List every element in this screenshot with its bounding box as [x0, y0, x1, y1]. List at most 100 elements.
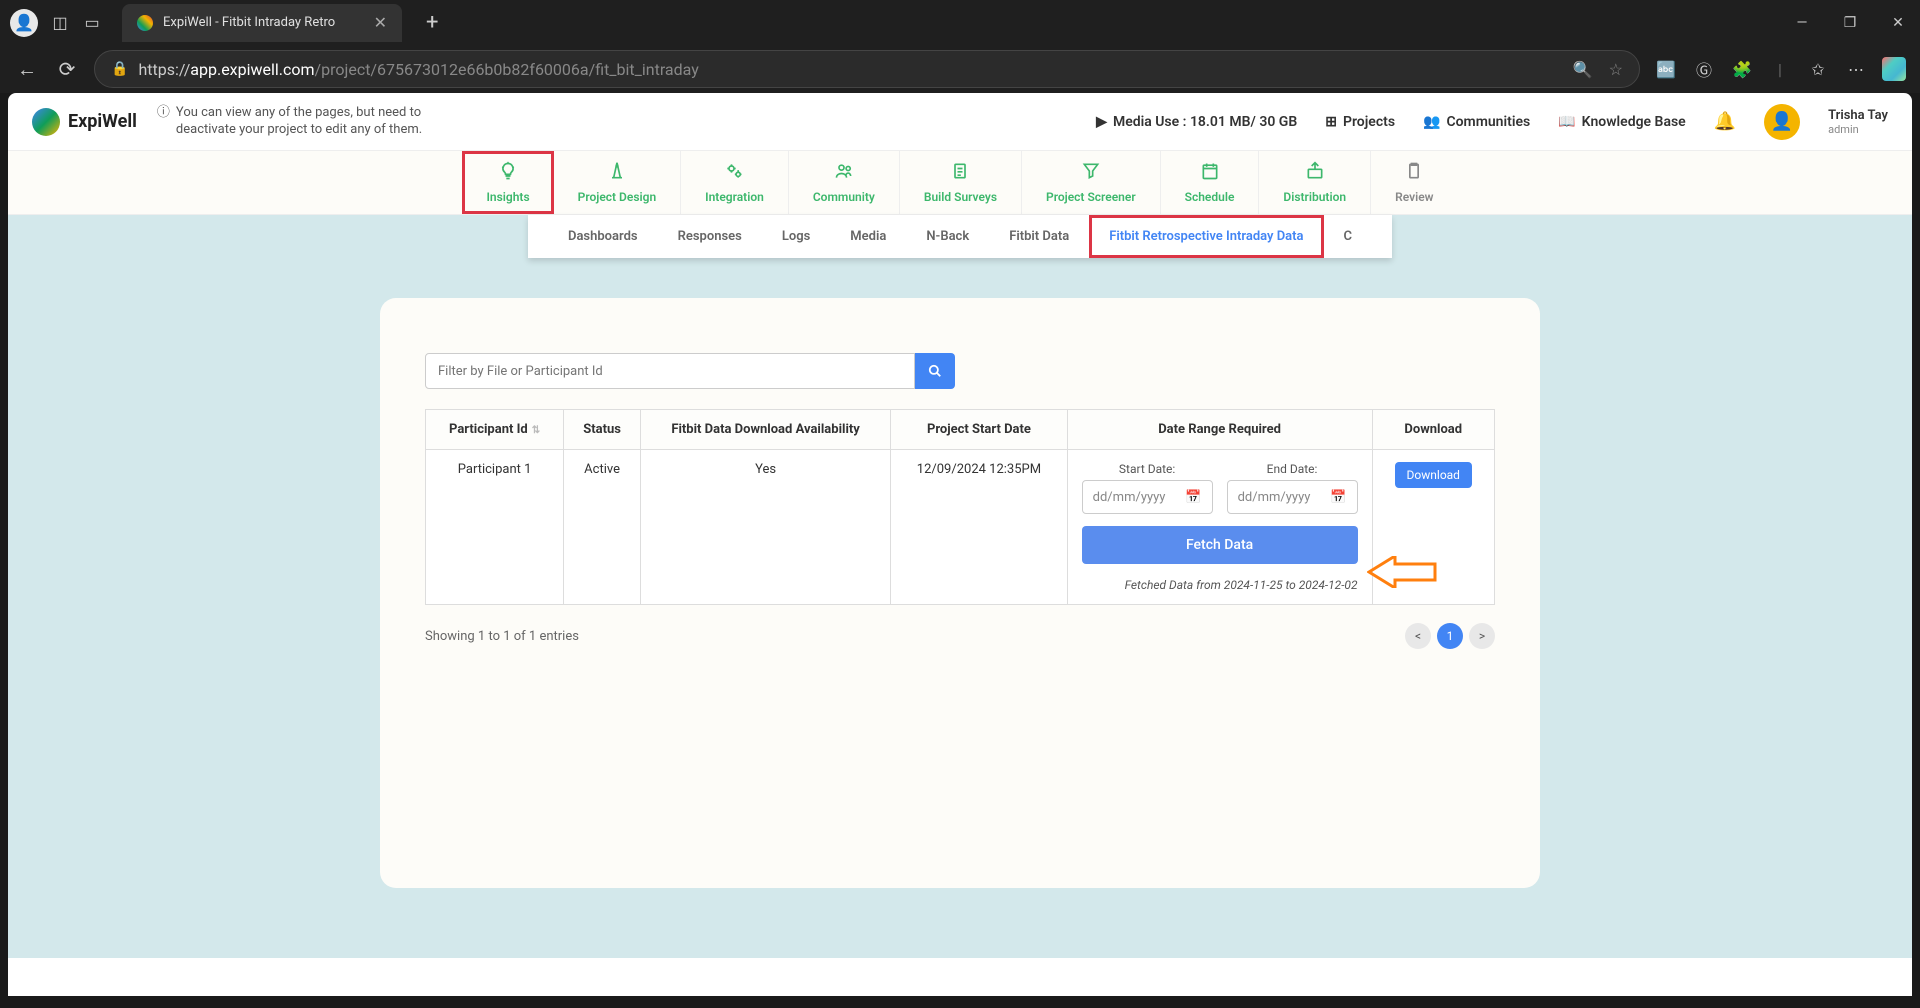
nav-tab-label: Community — [813, 190, 875, 204]
start-date-label: Start Date: — [1082, 462, 1213, 476]
user-name: Trisha Tay — [1828, 108, 1888, 123]
calendar-icon — [1200, 161, 1220, 186]
knowledge-base-link[interactable]: 📖 Knowledge Base — [1558, 114, 1685, 130]
nav-tab-community[interactable]: Community — [789, 151, 900, 214]
extensions-icon[interactable]: 🧩 — [1730, 57, 1754, 81]
prev-page-button[interactable]: < — [1405, 623, 1431, 649]
tab-title: ExpiWell - Fitbit Intraday Retro — [163, 15, 364, 30]
new-tab-button[interactable]: + — [426, 10, 438, 35]
nav-tab-project-design[interactable]: Project Design — [554, 151, 682, 214]
extensions: 🔤 Ⓖ 🧩 | ✩ ⋯ — [1654, 57, 1906, 81]
url-host: app.expiwell.com — [190, 60, 314, 79]
titlebar-left: 👤 ◫ ▭ ExpiWell - Fitbit Intraday Retro ✕… — [10, 4, 438, 42]
browser-tab[interactable]: ExpiWell - Fitbit Intraday Retro ✕ — [122, 4, 402, 42]
td-start-date: 12/09/2024 12:35PM — [891, 450, 1067, 605]
more-icon[interactable]: ⋯ — [1844, 57, 1868, 81]
projects-text: Projects — [1343, 114, 1395, 130]
projects-link[interactable]: ⊞ Projects — [1325, 114, 1395, 130]
sub-tab-fitbit-data[interactable]: Fitbit Data — [989, 215, 1089, 258]
media-use[interactable]: ▶ Media Use : 18.01 MB/ 30 GB — [1096, 114, 1297, 130]
th-status: Status — [564, 410, 641, 450]
th-date-range: Date Range Required — [1067, 410, 1372, 450]
sub-tab-dashboards[interactable]: Dashboards — [548, 215, 658, 258]
close-icon[interactable]: ✕ — [374, 13, 387, 32]
sub-tab-responses[interactable]: Responses — [658, 215, 762, 258]
window-controls: — ❐ ✕ — [1790, 15, 1910, 31]
fetched-status-text: Fetched Data from 2024-11-25 to 2024-12-… — [1082, 578, 1358, 592]
url-text: https://app.expiwell.com/project/6756730… — [138, 60, 1562, 79]
profile-icon[interactable]: 👤 — [10, 9, 38, 37]
gears-icon — [724, 161, 744, 186]
nav-tabs: Insights Project Design Integration Comm… — [8, 151, 1912, 215]
nav-tab-distribution[interactable]: Distribution — [1259, 151, 1371, 214]
nav-tab-integration[interactable]: Integration — [681, 151, 789, 214]
nav-tab-review[interactable]: Review — [1371, 151, 1457, 214]
header-right: ▶ Media Use : 18.01 MB/ 30 GB ⊞ Projects… — [1096, 104, 1888, 140]
nav-tab-insights[interactable]: Insights — [462, 151, 553, 214]
nav-tab-label: Insights — [486, 190, 529, 204]
data-table: Participant Id⇅ Status Fitbit Data Downl… — [425, 409, 1495, 605]
download-button[interactable]: Download — [1395, 462, 1472, 488]
favorites-icon[interactable]: ✩ — [1806, 57, 1830, 81]
people-group-icon — [834, 161, 854, 186]
play-icon: ▶ — [1096, 114, 1107, 130]
avatar[interactable]: 👤 — [1764, 104, 1800, 140]
bell-icon[interactable]: 🔔 — [1714, 111, 1736, 132]
browser-chrome: 👤 ◫ ▭ ExpiWell - Fitbit Intraday Retro ✕… — [0, 0, 1920, 93]
back-button[interactable]: ← — [14, 56, 40, 82]
sub-tab-media[interactable]: Media — [830, 215, 906, 258]
nav-tab-label: Build Surveys — [924, 190, 997, 204]
logo[interactable]: ExpiWell — [32, 108, 137, 136]
nav-tab-label: Review — [1395, 190, 1433, 204]
funnel-icon — [1081, 161, 1101, 186]
th-download: Download — [1372, 410, 1495, 450]
logo-icon — [32, 108, 60, 136]
nav-tab-project-screener[interactable]: Project Screener — [1022, 151, 1161, 214]
tabs-icon[interactable]: ▭ — [82, 13, 102, 33]
user-info[interactable]: Trisha Tay admin — [1828, 108, 1888, 136]
nav-tab-label: Integration — [705, 190, 764, 204]
translate-icon[interactable]: 🔤 — [1654, 57, 1678, 81]
start-date-placeholder: dd/mm/yyyy — [1093, 490, 1166, 505]
sub-tab-logs[interactable]: Logs — [762, 215, 830, 258]
end-date-placeholder: dd/mm/yyyy — [1238, 490, 1311, 505]
refresh-button[interactable]: ⟳ — [54, 56, 80, 82]
table-header-row: Participant Id⇅ Status Fitbit Data Downl… — [426, 410, 1495, 450]
content-panel: Participant Id⇅ Status Fitbit Data Downl… — [380, 298, 1540, 888]
notice-text: You can view any of the pages, but need … — [176, 105, 437, 139]
maximize-button[interactable]: ❐ — [1838, 15, 1862, 31]
workspaces-icon[interactable]: ◫ — [50, 13, 70, 33]
search-input[interactable] — [425, 353, 915, 389]
nav-tab-build-surveys[interactable]: Build Surveys — [900, 151, 1022, 214]
th-participant-id[interactable]: Participant Id⇅ — [426, 410, 564, 450]
url-prefix: https:// — [138, 60, 190, 79]
grid-icon: ⊞ — [1325, 114, 1337, 130]
communities-link[interactable]: 👥 Communities — [1423, 114, 1530, 130]
fetch-data-button[interactable]: Fetch Data — [1082, 526, 1358, 564]
table-row: Participant 1 Active Yes 12/09/2024 12:3… — [426, 450, 1495, 605]
sub-tab-overflow[interactable]: C — [1324, 215, 1373, 258]
nav-tab-schedule[interactable]: Schedule — [1161, 151, 1260, 214]
next-page-button[interactable]: > — [1469, 623, 1495, 649]
end-date-input[interactable]: dd/mm/yyyy 📅 — [1227, 480, 1358, 514]
sub-tab-fitbit-retrospective[interactable]: Fitbit Retrospective Intraday Data — [1089, 215, 1323, 258]
extension-g-icon[interactable]: Ⓖ — [1692, 57, 1716, 81]
clipboard-icon — [950, 161, 970, 186]
copilot-icon[interactable] — [1882, 57, 1906, 81]
media-use-text: Media Use : 18.01 MB/ 30 GB — [1113, 114, 1297, 130]
entries-text: Showing 1 to 1 of 1 entries — [425, 629, 579, 644]
table-footer: Showing 1 to 1 of 1 entries < 1 > — [425, 623, 1495, 649]
start-date-input[interactable]: dd/mm/yyyy 📅 — [1082, 480, 1213, 514]
sub-tab-nback[interactable]: N-Back — [906, 215, 989, 258]
minimize-button[interactable]: — — [1790, 15, 1814, 31]
search-row — [425, 353, 1495, 389]
close-window-button[interactable]: ✕ — [1886, 15, 1910, 31]
zoom-icon[interactable]: 🔍 — [1573, 60, 1593, 79]
addressbar[interactable]: 🔒 https://app.expiwell.com/project/67567… — [94, 50, 1640, 88]
page-1-button[interactable]: 1 — [1437, 623, 1463, 649]
addressbar-row: ← ⟳ 🔒 https://app.expiwell.com/project/6… — [0, 45, 1920, 93]
app-viewport: ExpiWell ⓘ You can view any of the pages… — [8, 93, 1912, 996]
favorite-icon[interactable]: ☆ — [1609, 60, 1623, 79]
search-button[interactable] — [915, 353, 955, 389]
book-icon: 📖 — [1558, 114, 1575, 130]
